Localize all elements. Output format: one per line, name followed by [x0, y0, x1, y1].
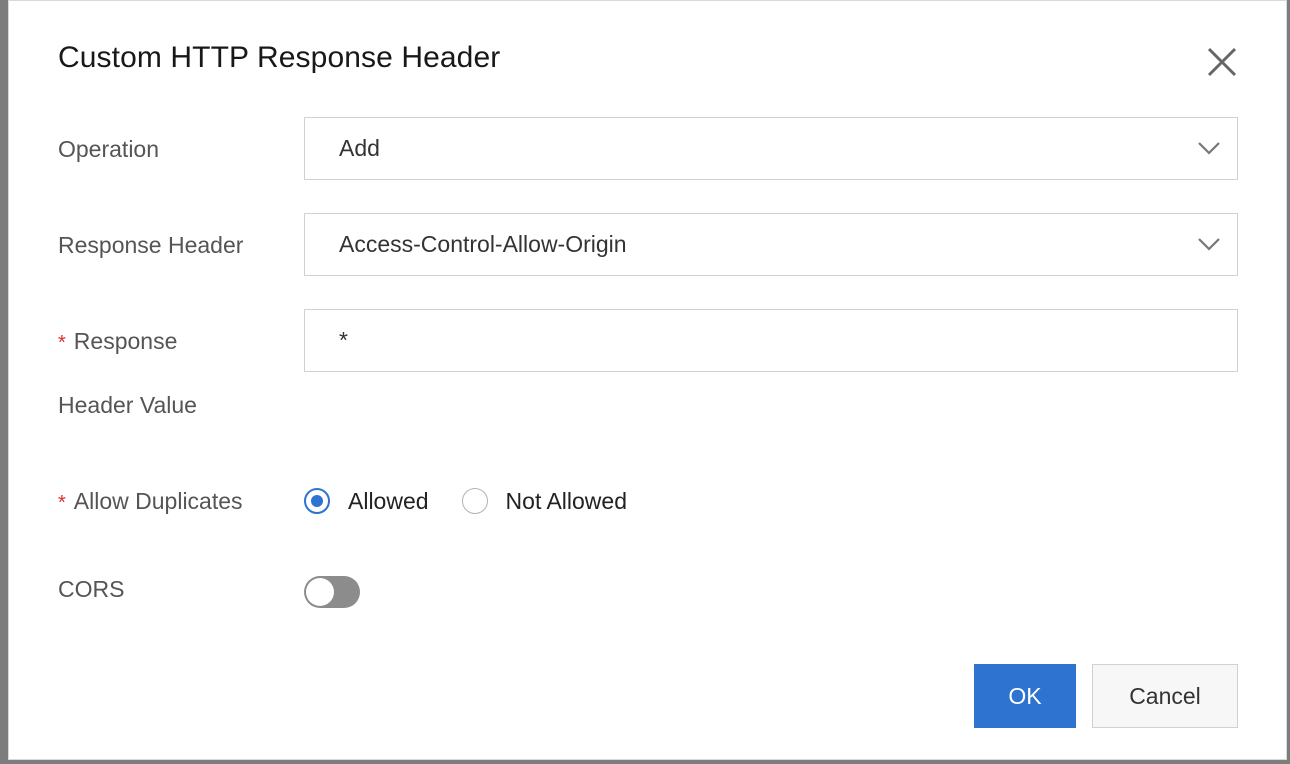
response-header-value-input[interactable]: *	[304, 309, 1238, 372]
response-header-value-label: * Response	[58, 309, 177, 375]
cors-toggle[interactable]	[304, 576, 360, 608]
operation-select-value: Add	[339, 135, 380, 161]
ok-button[interactable]: OK	[974, 664, 1076, 728]
radio-unchecked-icon[interactable]	[461, 488, 488, 514]
close-icon	[1207, 47, 1237, 77]
radio-option-not-allowed[interactable]: Not Allowed	[461, 487, 628, 515]
custom-http-response-header-dialog: Custom HTTP Response Header Operation Ad…	[8, 0, 1287, 760]
close-button[interactable]	[1205, 45, 1239, 79]
operation-label: Operation	[58, 136, 160, 162]
required-mark: *	[58, 492, 66, 514]
chevron-down-icon	[1198, 238, 1220, 251]
radio-checked-icon[interactable]	[304, 488, 330, 514]
cors-label: CORS	[58, 576, 125, 602]
allow-duplicates-radio-group: Allowed Not Allowed	[304, 485, 627, 517]
allow-duplicates-label-text: Allow Duplicates	[73, 488, 243, 514]
chevron-down-icon	[1198, 142, 1220, 155]
response-header-label: Response Header	[58, 232, 244, 258]
radio-option-allowed[interactable]: Allowed	[304, 488, 429, 515]
response-header-select-value: Access-Control-Allow-Origin	[339, 231, 627, 257]
dialog-title: Custom HTTP Response Header	[58, 41, 501, 74]
radio-label-not-allowed: Not Allowed	[505, 487, 628, 514]
radio-label-allowed: Allowed	[348, 487, 429, 514]
required-mark: *	[58, 332, 66, 354]
response-header-value-label-line2: Header Value	[58, 392, 197, 418]
response-header-select[interactable]: Access-Control-Allow-Origin	[304, 213, 1238, 276]
cancel-button[interactable]: Cancel	[1092, 664, 1238, 728]
toggle-knob	[306, 578, 334, 606]
response-header-value-label-line1: Response	[73, 328, 178, 354]
allow-duplicates-label: * Allow Duplicates	[58, 469, 243, 535]
operation-select[interactable]: Add	[304, 117, 1238, 180]
response-header-value-text: *	[339, 327, 348, 353]
